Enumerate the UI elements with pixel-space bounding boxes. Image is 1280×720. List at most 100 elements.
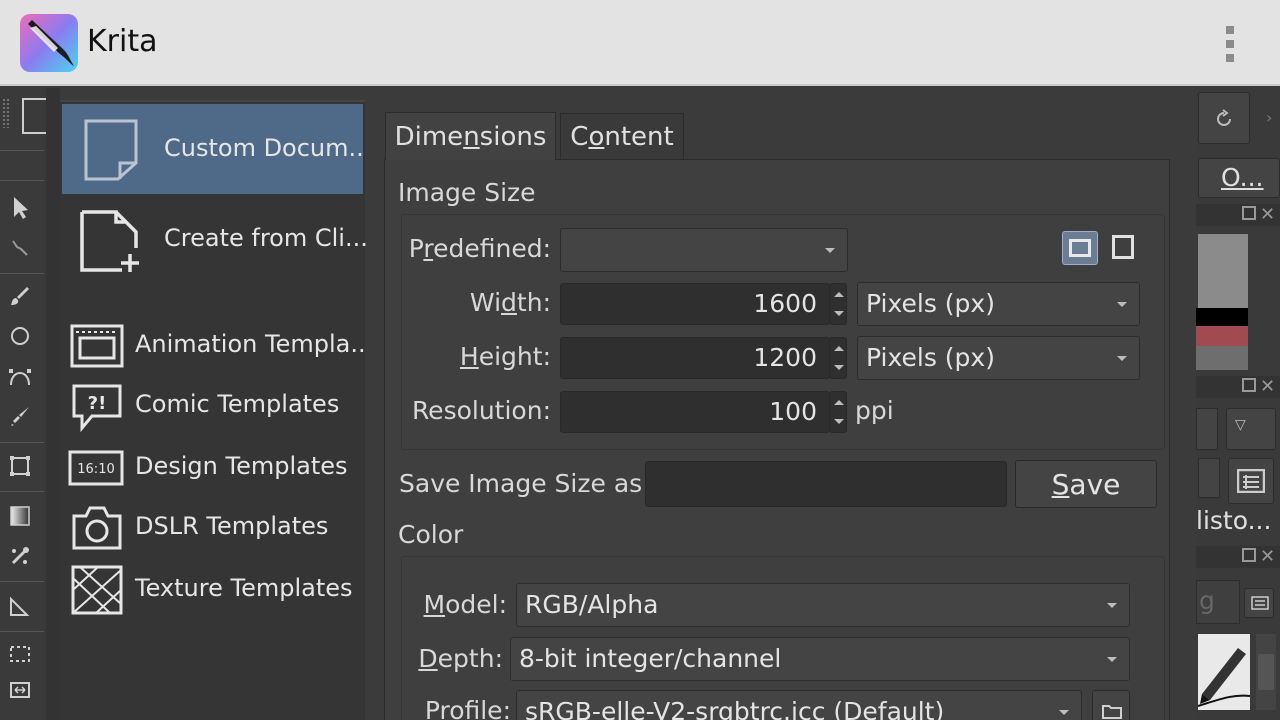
- measure-tool-icon[interactable]: [4, 590, 36, 622]
- template-design[interactable]: 16:10 Design Templates: [62, 442, 363, 494]
- list-view-button[interactable]: [1228, 458, 1274, 504]
- float-docker-icon[interactable]: [1242, 206, 1256, 220]
- refresh-icon: [1217, 109, 1231, 126]
- krita-logo-icon: [20, 14, 78, 72]
- portrait-icon[interactable]: [1112, 235, 1134, 259]
- save-size-name-input[interactable]: [645, 461, 1007, 507]
- template-label: Texture Templates: [135, 574, 353, 602]
- predefined-label: Predefined:: [408, 234, 551, 263]
- svg-text:?!: ?!: [88, 393, 107, 414]
- dimensions-page: Image Size Predefined: Width: 1600 Pixel…: [384, 159, 1170, 720]
- brush-tool-icon[interactable]: [4, 280, 36, 312]
- color-swatch-dark-gray[interactable]: [1196, 346, 1248, 370]
- new-document-dialog: Dime n sions Co ntent Image Size Predefined…: [366, 88, 1196, 720]
- resolution-unit: ppi: [855, 396, 894, 425]
- width-label: Width:: [469, 288, 551, 317]
- dynamic-brush-tool-icon[interactable]: [4, 400, 36, 432]
- color-depth-select[interactable]: 8-bit integer/channel: [510, 637, 1130, 681]
- close-docker-icon[interactable]: ✕: [1260, 204, 1275, 225]
- color-swatch-gray[interactable]: [1198, 234, 1248, 308]
- brush-search-input[interactable]: g: [1196, 580, 1240, 624]
- overflow-menu-icon[interactable]: [1222, 24, 1238, 64]
- resolution-stepper[interactable]: [829, 391, 847, 433]
- model-label: Model:: [423, 590, 508, 619]
- height-label: Height:: [459, 342, 551, 371]
- landscape-icon[interactable]: [1062, 231, 1098, 265]
- template-comic[interactable]: ?! Comic Templates: [62, 380, 363, 432]
- save-button[interactable]: Save: [1015, 460, 1157, 508]
- color-profile-select[interactable]: sRGB-elle-V2-srgbtrc.icc (Default): [516, 690, 1082, 720]
- brush-scrollbar[interactable]: [1256, 634, 1276, 710]
- list-view-icon: [1237, 469, 1265, 493]
- template-label: DSLR Templates: [135, 512, 329, 540]
- width-unit-select[interactable]: Pixels (px): [857, 282, 1140, 326]
- history-docker-label: listo...: [1196, 506, 1272, 535]
- filter-icon[interactable]: ▽: [1226, 408, 1276, 450]
- docker-titlebar: ✕: [1196, 546, 1280, 568]
- profile-label: Profile:: [424, 696, 511, 720]
- resolution-input[interactable]: 100: [560, 391, 830, 433]
- brush-preset-thumbnail[interactable]: [1197, 634, 1251, 710]
- color-title: Color: [398, 520, 464, 549]
- ellipse-tool-icon[interactable]: [4, 320, 36, 352]
- speech-bubble-icon: ?!: [72, 384, 122, 432]
- pan-zoom-tool-icon[interactable]: [4, 674, 36, 706]
- texture-icon: [71, 565, 123, 615]
- height-input[interactable]: 1200: [560, 337, 830, 379]
- docker-stepper[interactable]: [1198, 458, 1220, 498]
- color-swatch-black[interactable]: [1196, 308, 1248, 326]
- predefined-select[interactable]: [560, 228, 848, 272]
- docker-titlebar: ✕: [1196, 204, 1280, 226]
- template-custom-document[interactable]: Custom Docum...: [62, 104, 371, 194]
- template-create-from-clipboard[interactable]: Create from Cli...: [62, 194, 368, 284]
- right-dockers: › O... ✕ ✕ ▽ listo... ✕ g: [1196, 88, 1280, 720]
- expand-chevron-icon[interactable]: ›: [1266, 108, 1272, 127]
- app-bar: Krita: [0, 0, 1280, 86]
- template-label: Animation Templa...: [135, 330, 374, 358]
- film-frame-icon: [70, 324, 124, 368]
- template-texture[interactable]: Texture Templates: [62, 564, 363, 616]
- template-label: Comic Templates: [135, 390, 340, 418]
- float-docker-icon[interactable]: [1242, 548, 1256, 562]
- template-dslr[interactable]: DSLR Templates: [62, 502, 363, 554]
- width-input[interactable]: 1600: [560, 283, 830, 325]
- rectangular-selection-tool-icon[interactable]: [4, 638, 36, 670]
- height-unit-select[interactable]: Pixels (px): [857, 336, 1140, 380]
- template-animation[interactable]: Animation Templa...: [62, 320, 373, 372]
- brush-list-view-button[interactable]: [1244, 588, 1274, 618]
- close-docker-icon[interactable]: ✕: [1260, 376, 1275, 397]
- template-label: Custom Docum...: [164, 134, 372, 162]
- tab-content[interactable]: Co ntent: [560, 113, 684, 159]
- toolbox: [0, 88, 46, 720]
- toolbox-handle[interactable]: [22, 98, 46, 134]
- color-model-select[interactable]: RGB/Alpha: [516, 583, 1130, 627]
- save-size-label: Save Image Size as:: [399, 469, 651, 498]
- float-docker-icon[interactable]: [1242, 378, 1256, 392]
- image-size-title: Image Size: [398, 178, 536, 207]
- template-label: Create from Cli...: [164, 224, 368, 252]
- docker-tab-button[interactable]: O...: [1198, 158, 1280, 198]
- transform-tool-icon[interactable]: [4, 450, 36, 482]
- refresh-button[interactable]: [1198, 92, 1250, 144]
- tab-dimensions[interactable]: Dime n sions: [385, 112, 556, 160]
- pen-brush-icon: [1197, 648, 1251, 707]
- bezier-curve-tool-icon[interactable]: [4, 360, 36, 392]
- color-picker-tool-icon[interactable]: [4, 540, 36, 572]
- resolution-label: Resolution:: [411, 396, 551, 425]
- close-docker-icon[interactable]: ✕: [1260, 546, 1275, 567]
- docker-combo[interactable]: [1196, 408, 1218, 450]
- dock-gap: [46, 88, 60, 720]
- edit-path-tool-icon[interactable]: [4, 232, 36, 264]
- height-stepper[interactable]: [829, 337, 847, 379]
- gradient-tool-icon[interactable]: [4, 500, 36, 532]
- color-swatch-red[interactable]: [1196, 326, 1248, 346]
- docker-titlebar: ✕: [1196, 376, 1280, 398]
- folder-icon: [1102, 705, 1122, 719]
- svg-text:16:10: 16:10: [77, 462, 114, 477]
- depth-label: Depth:: [418, 644, 503, 673]
- select-shape-tool-icon[interactable]: [4, 192, 36, 224]
- width-stepper[interactable]: [829, 283, 847, 325]
- template-list: Custom Docum... Create from Cli... Anima…: [60, 100, 373, 720]
- profile-browse-button[interactable]: [1092, 690, 1130, 720]
- toolbox-grip[interactable]: [2, 98, 10, 128]
